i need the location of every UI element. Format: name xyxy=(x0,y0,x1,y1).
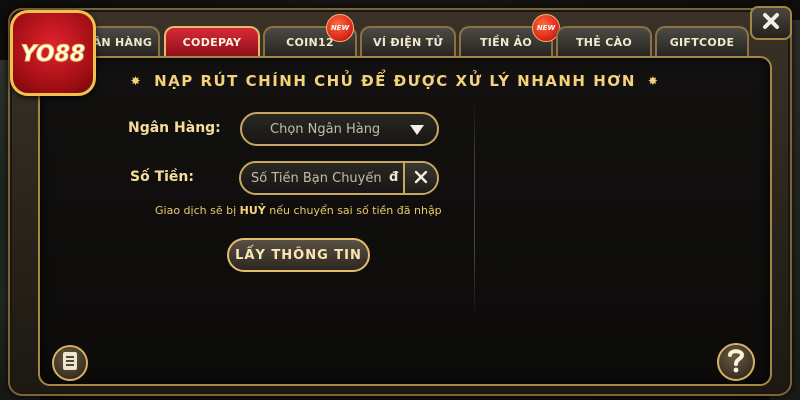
triangle-down-icon xyxy=(409,124,425,140)
bank-label: Ngân Hàng: xyxy=(128,120,221,136)
tab-label: Thẻ Cào xyxy=(575,35,633,49)
logo: YO88 xyxy=(10,10,96,96)
new-badge: NEW xyxy=(326,14,354,42)
get-info-button[interactable]: Lấy Thông Tin xyxy=(227,238,370,272)
panel-divider xyxy=(474,100,475,320)
amount-label: Số Tiền: xyxy=(130,169,194,185)
tab-label: CODEPAY xyxy=(182,35,242,49)
star-icon: ✸ xyxy=(647,74,660,88)
close-button[interactable] xyxy=(750,6,792,40)
bank-select[interactable]: Chọn Ngân Hàng xyxy=(240,112,439,146)
currency-symbol: đ xyxy=(389,170,399,185)
document-list-icon xyxy=(61,351,79,375)
page-title: ✸ Nạp Rút Chính Chủ Để Được Xử Lý Nhanh … xyxy=(120,72,670,90)
tab-vi-dien-tu[interactable]: Ví Điện Tử xyxy=(360,26,456,56)
tab-bar: Ngân Hàng CODEPAY COIN12 NEW Ví Điện Tử … xyxy=(66,14,756,56)
question-mark-icon xyxy=(726,347,746,377)
help-button[interactable] xyxy=(717,343,755,381)
tab-codepay[interactable]: CODEPAY xyxy=(164,26,260,56)
tab-label: GIFTCODE xyxy=(669,35,735,49)
tab-label: Ví Điện Tử xyxy=(373,35,443,49)
title-text: Nạp Rút Chính Chủ Để Được Xử Lý Nhanh Hơ… xyxy=(154,72,636,90)
note-text: nếu chuyển sai số tiền đã nhập xyxy=(265,204,442,217)
close-icon xyxy=(761,11,781,35)
tab-label: Tiền Ảo xyxy=(479,35,533,49)
content-panel xyxy=(38,56,772,386)
logo-text: YO88 xyxy=(21,42,85,67)
tab-label: COIN12 xyxy=(286,35,334,49)
note-text: Giao dịch sẽ bị xyxy=(155,204,240,217)
bank-select-value: Chọn Ngân Hàng xyxy=(270,121,381,137)
menu-button[interactable] xyxy=(52,345,88,381)
clear-amount-button[interactable] xyxy=(403,163,437,193)
note-emphasis: HUỶ xyxy=(239,204,266,217)
amount-field-container: đ xyxy=(239,161,439,195)
tab-the-cao[interactable]: Thẻ Cào xyxy=(556,26,652,56)
tab-giftcode[interactable]: GIFTCODE xyxy=(655,26,749,56)
get-info-label: Lấy Thông Tin xyxy=(235,247,362,263)
close-icon xyxy=(414,169,428,188)
warning-note: Giao dịch sẽ bị HUỶ nếu chuyển sai số ti… xyxy=(155,204,455,217)
logo-wordmark: YO88 xyxy=(20,42,85,68)
amount-input[interactable] xyxy=(241,163,407,193)
star-icon: ✸ xyxy=(130,74,143,88)
